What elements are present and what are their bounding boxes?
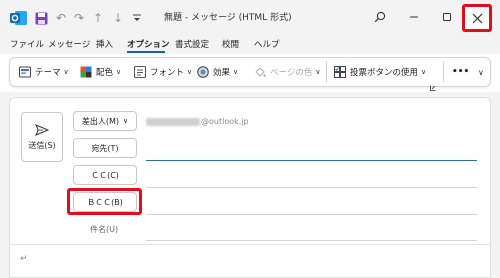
voting-buttons-button[interactable]: 投票ボタンの使用 ∨ <box>334 64 426 80</box>
chevron-down-icon: ∨ <box>63 68 69 76</box>
minimize-button[interactable] <box>400 6 428 28</box>
ribbon-collapse-icon[interactable]: ∨ <box>478 64 484 80</box>
chevron-down-icon: ∨ <box>315 68 321 76</box>
cc-field-underline <box>146 187 477 188</box>
to-button[interactable]: 宛先(T) <box>73 138 137 158</box>
voting-label: 投票ボタンの使用 <box>350 68 419 78</box>
to-field-underline <box>146 160 477 161</box>
chevron-down-icon: ∨ <box>123 117 129 125</box>
font-label: フォント <box>150 68 185 78</box>
chevron-down-icon: ∨ <box>421 68 427 76</box>
window-title: 無題 - メッセージ (HTML 形式) <box>164 13 292 23</box>
arrow-down-icon[interactable]: ↓ <box>110 9 126 27</box>
chevron-down-icon: ∨ <box>116 68 122 76</box>
save-icon[interactable] <box>33 9 49 27</box>
subject-field-underline <box>146 240 477 241</box>
arrow-up-icon[interactable]: ↑ <box>90 9 106 27</box>
redacted-username <box>146 117 200 126</box>
send-icon <box>35 123 49 136</box>
send-button[interactable]: 送信(S) <box>21 112 63 162</box>
voting-icon <box>334 66 346 78</box>
menu-options[interactable]: オプション <box>127 38 170 50</box>
to-input[interactable] <box>146 140 477 158</box>
menu-insert[interactable]: 挿入 <box>96 38 113 50</box>
page-color-label: ページの色 <box>270 68 313 78</box>
theme-button[interactable]: テーマ ∨ <box>19 64 69 80</box>
theme-icon <box>19 66 31 78</box>
font-button[interactable]: フォント ∨ <box>134 64 192 80</box>
maximize-button[interactable] <box>433 6 461 28</box>
redo-icon[interactable]: ↷ <box>71 9 87 27</box>
menu-help[interactable]: ヘルプ <box>254 38 280 50</box>
cc-label: ＣＣ(C) <box>91 170 119 180</box>
bcc-field-underline <box>146 214 477 215</box>
effects-button[interactable]: 効果 ∨ <box>197 64 238 80</box>
active-tab-indicator <box>127 51 165 53</box>
bcc-highlight-box <box>67 188 142 215</box>
cc-input[interactable] <box>146 167 477 185</box>
font-icon <box>134 66 146 78</box>
menu-message[interactable]: メッセージ <box>48 38 90 50</box>
more-options-button[interactable]: ••• <box>452 64 469 80</box>
chevron-down-icon: ∨ <box>233 68 239 76</box>
header-body-divider <box>9 244 491 245</box>
close-icon <box>472 13 482 23</box>
ribbon-divider <box>443 62 444 82</box>
effects-label: 効果 <box>213 68 231 78</box>
dialog-launcher-icon[interactable] <box>430 76 436 91</box>
quick-access-customize-icon[interactable] <box>130 9 144 27</box>
to-label: 宛先(T) <box>91 143 119 153</box>
from-button[interactable]: 差出人(M) ∨ <box>73 111 137 131</box>
search-icon[interactable] <box>366 6 394 28</box>
subject-input[interactable] <box>146 220 477 238</box>
color-label: 配色 <box>96 68 114 78</box>
undo-icon[interactable]: ↶ <box>53 9 69 27</box>
paint-bucket-icon <box>255 67 266 77</box>
close-button[interactable] <box>462 4 492 32</box>
cc-button[interactable]: ＣＣ(C) <box>73 165 137 185</box>
color-palette-icon <box>80 66 92 78</box>
from-address: @outlook.jp <box>146 117 249 126</box>
effects-icon <box>197 66 209 78</box>
from-label: 差出人(M) <box>81 116 120 126</box>
from-domain: @outlook.jp <box>201 117 249 126</box>
menu-format[interactable]: 書式設定 <box>175 38 209 50</box>
menu-review[interactable]: 校閲 <box>222 38 239 50</box>
chevron-down-icon: ∨ <box>187 68 193 76</box>
ribbon-divider <box>326 62 327 82</box>
color-button[interactable]: 配色 ∨ <box>80 64 121 80</box>
theme-label: テーマ <box>35 68 61 78</box>
message-body[interactable] <box>15 248 485 276</box>
subject-label: 件名(U) <box>90 225 119 234</box>
send-label: 送信(S) <box>28 140 56 150</box>
menu-file[interactable]: ファイル <box>10 38 44 50</box>
outlook-logo-icon <box>10 9 28 27</box>
page-color-button[interactable]: ページの色 ∨ <box>254 64 320 80</box>
bcc-input[interactable] <box>146 194 477 212</box>
